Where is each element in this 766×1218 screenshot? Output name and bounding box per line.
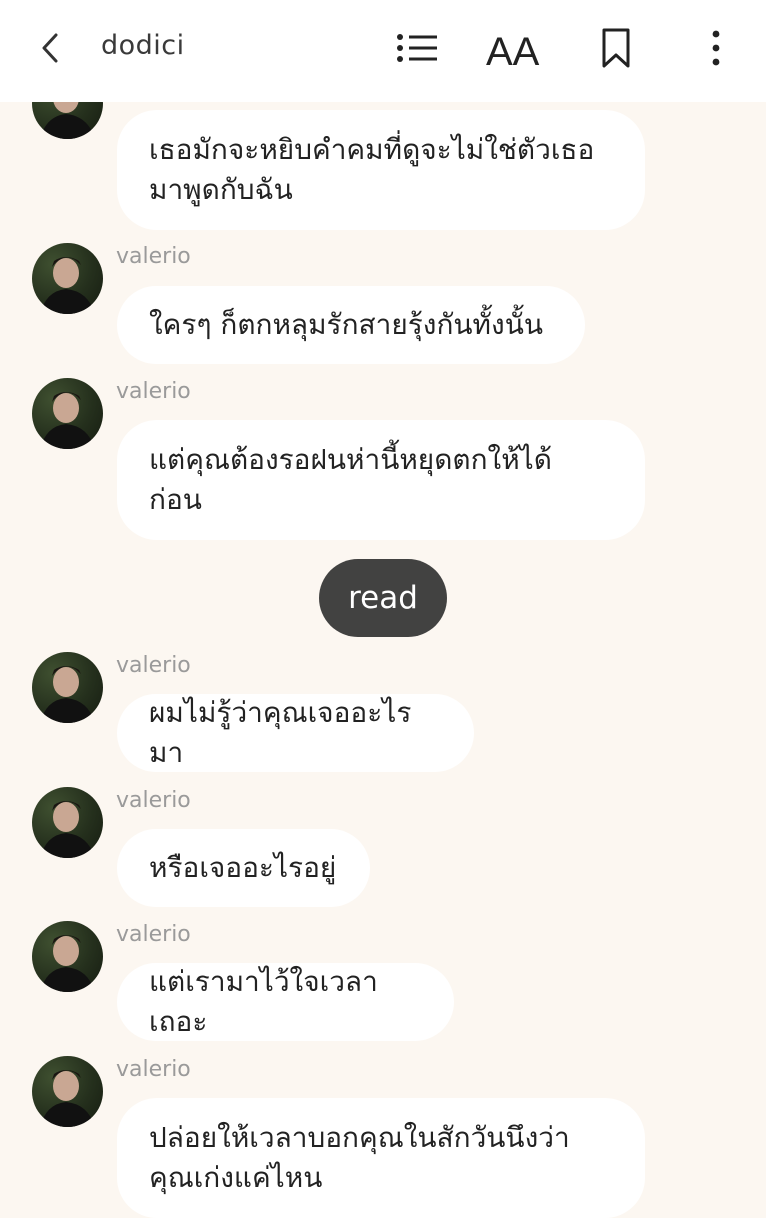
message-bubble: ใครๆ ก็ตกหลุมรักสายรุ้งกันทั้งนั้น <box>117 286 585 364</box>
avatar[interactable] <box>32 378 103 449</box>
sender-name: valerio <box>116 922 191 947</box>
sender-name: valerio <box>116 653 191 678</box>
avatar[interactable] <box>32 921 103 992</box>
message-bubble: ผมไม่รู้ว่าคุณเจออะไรมา <box>117 694 474 772</box>
read-button[interactable]: read <box>319 559 447 637</box>
message-bubble: หรือเจออะไรอยู่ <box>117 829 370 907</box>
more-vertical-icon <box>712 30 720 66</box>
bookmark-button[interactable] <box>596 22 636 74</box>
top-app-bar: dodici AA <box>0 0 766 102</box>
avatar[interactable] <box>32 652 103 723</box>
sender-name: valerio <box>116 244 191 269</box>
sender-name: valerio <box>116 379 191 404</box>
font-size-button[interactable]: AA <box>486 22 546 74</box>
font-size-icon: AA <box>486 30 540 70</box>
message-bubble: เธอมักจะหยิบคำคมที่ดูจะไม่ใช่ตัวเธอ มาพู… <box>117 110 645 230</box>
bookmark-icon <box>602 28 630 68</box>
list-icon <box>397 34 437 62</box>
avatar[interactable] <box>32 243 103 314</box>
chapter-list-button[interactable] <box>392 22 440 74</box>
sender-name: valerio <box>116 788 191 813</box>
message-bubble: แต่คุณต้องรอฝนห่านี้หยุดตกให้ได้ ก่อน <box>117 420 645 540</box>
message-bubble: ปล่อยให้เวลาบอกคุณในสักวันนึงว่า คุณเก่ง… <box>117 1098 645 1218</box>
back-button[interactable] <box>34 30 66 66</box>
avatar[interactable] <box>32 1056 103 1127</box>
more-options-button[interactable] <box>700 22 732 74</box>
chat-thread: เธอมักจะหยิบคำคมที่ดูจะไม่ใช่ตัวเธอ มาพู… <box>0 0 766 1218</box>
sender-name: valerio <box>116 1057 191 1082</box>
message-bubble: แต่เรามาไว้ใจเวลาเถอะ <box>117 963 454 1041</box>
avatar[interactable] <box>32 787 103 858</box>
chevron-left-icon <box>42 33 58 63</box>
svg-text:AA: AA <box>486 30 540 70</box>
conversation-title: dodici <box>101 30 185 61</box>
